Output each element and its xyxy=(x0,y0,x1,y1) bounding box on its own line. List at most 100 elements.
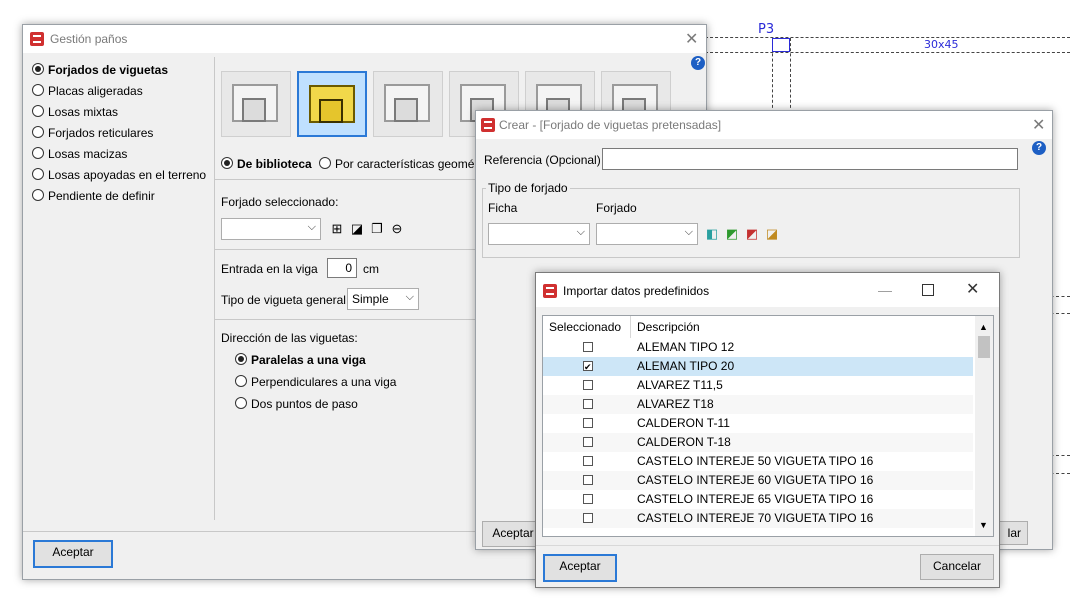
row-checkbox[interactable] xyxy=(583,418,593,428)
radio-direction-parallel[interactable]: Paralelas a una viga xyxy=(235,353,366,367)
app-icon xyxy=(543,284,557,298)
maximize-icon[interactable] xyxy=(922,284,934,296)
close-icon[interactable]: ✕ xyxy=(685,29,698,48)
divider xyxy=(215,249,475,250)
cancel-button[interactable]: Cancelar xyxy=(920,554,994,580)
radio-direction-perpendicular[interactable]: Perpendiculares a una viga xyxy=(235,375,396,389)
app-icon xyxy=(481,118,495,132)
floor-thumb-1[interactable] xyxy=(221,71,291,137)
table-row[interactable]: ALEMAN TIPO 20 xyxy=(543,357,973,377)
chevron-down-icon: ⌵ xyxy=(405,291,414,303)
radio-dot xyxy=(235,375,247,387)
close-icon[interactable]: ✕ xyxy=(1032,115,1045,134)
radio-source-geometric[interactable]: Por características geométricas xyxy=(319,157,474,171)
ficha-select[interactable]: ⌵ xyxy=(488,223,590,245)
table-row[interactable]: CASTELO INTEREJE 65 VIGUETA TIPO 16 xyxy=(543,490,973,509)
chevron-down-icon[interactable]: ▼ xyxy=(979,520,988,530)
radio-dot xyxy=(32,84,44,96)
help-icon[interactable]: ? xyxy=(691,56,705,70)
chevron-up-icon[interactable]: ▲ xyxy=(979,322,988,332)
row-description: ALEMAN TIPO 20 xyxy=(637,359,735,373)
divider xyxy=(215,319,475,320)
radio-label: Forjados reticulares xyxy=(48,126,154,140)
import-icon[interactable]: ⊖ xyxy=(389,221,405,237)
minimize-icon[interactable]: — xyxy=(878,282,892,298)
row-checkbox[interactable] xyxy=(583,358,593,377)
floor-thumb-2[interactable] xyxy=(297,71,367,137)
window-title: Importar datos predefinidos xyxy=(563,284,710,298)
header-selected[interactable]: Seleccionado xyxy=(543,316,631,338)
edit-icon[interactable]: ◪ xyxy=(349,221,365,237)
direction-label: Dirección de las viguetas: xyxy=(221,331,358,345)
table-row[interactable]: CALDERON T-18 xyxy=(543,433,973,452)
reference-label: Referencia (Opcional) xyxy=(484,153,601,167)
properties-icon[interactable]: ◪ xyxy=(764,226,780,242)
cad-line xyxy=(705,52,1070,53)
radio-floor-type-4[interactable]: Losas macizas xyxy=(32,147,127,161)
divider xyxy=(536,545,999,546)
row-description: CASTELO INTEREJE 50 VIGUETA TIPO 16 xyxy=(637,454,874,468)
row-description: ALVAREZ T11,5 xyxy=(637,378,723,392)
floor-thumb-3[interactable] xyxy=(373,71,443,137)
title-bar: Importar datos predefinidos — ✕ xyxy=(536,273,999,307)
close-icon[interactable]: ✕ xyxy=(966,279,979,298)
table-row[interactable]: CALDERON T-11 xyxy=(543,414,973,433)
radio-label: De biblioteca xyxy=(237,157,312,171)
scrollbar[interactable]: ▲ ▼ xyxy=(975,316,993,536)
row-description: ALVAREZ T18 xyxy=(637,397,714,411)
title-bar: Crear - [Forjado de viguetas pretensadas… xyxy=(476,111,1052,139)
row-checkbox[interactable] xyxy=(583,475,593,485)
table-row[interactable]: ALVAREZ T18 xyxy=(543,395,973,414)
radio-floor-type-1[interactable]: Placas aligeradas xyxy=(32,84,143,98)
header-description[interactable]: Descripción xyxy=(631,316,971,338)
row-description: CALDERON T-18 xyxy=(637,435,731,449)
add-icon[interactable]: ◩ xyxy=(724,226,740,242)
radio-floor-type-0[interactable]: Forjados de viguetas xyxy=(32,63,168,77)
row-checkbox[interactable] xyxy=(583,494,593,504)
table-row[interactable]: ALVAREZ T11,5 xyxy=(543,376,973,395)
chevron-down-icon: ⌵ xyxy=(684,226,693,238)
beam-entry-input[interactable]: 0 xyxy=(327,258,357,278)
radio-label: Losas mixtas xyxy=(48,105,119,119)
table-row[interactable]: CASTELO INTEREJE 50 VIGUETA TIPO 16 xyxy=(543,452,973,471)
forjado-label: Forjado xyxy=(596,201,637,215)
radio-dot xyxy=(319,157,331,169)
radio-label: Por características geométricas xyxy=(335,157,474,171)
row-checkbox[interactable] xyxy=(583,380,593,390)
copy-icon[interactable]: ❐ xyxy=(369,221,385,237)
forjado-select[interactable]: ⌵ xyxy=(596,223,698,245)
radio-floor-type-6[interactable]: Pendiente de definir xyxy=(32,189,155,203)
import-icon[interactable]: ◧ xyxy=(704,226,720,242)
thumb-shape xyxy=(394,98,418,122)
row-description: ALEMAN TIPO 12 xyxy=(637,340,735,354)
row-checkbox[interactable] xyxy=(583,513,593,523)
radio-floor-type-5[interactable]: Losas apoyadas en el terreno xyxy=(32,168,206,182)
accept-button[interactable]: Aceptar xyxy=(543,554,617,582)
radio-floor-type-3[interactable]: Forjados reticulares xyxy=(32,126,153,140)
cad-line xyxy=(790,38,791,113)
joist-type-select[interactable]: Simple ⌵ xyxy=(347,288,419,310)
scroll-thumb[interactable] xyxy=(978,336,990,358)
help-icon[interactable]: ? xyxy=(1032,141,1046,155)
row-checkbox[interactable] xyxy=(583,342,593,352)
table-row[interactable]: CASTELO INTEREJE 70 VIGUETA TIPO 16 xyxy=(543,509,973,528)
table-row[interactable]: ALEMAN TIPO 12 xyxy=(543,338,973,357)
radio-dot xyxy=(32,105,44,117)
radio-label: Pendiente de definir xyxy=(48,189,155,203)
column-label: P3 xyxy=(758,22,775,37)
row-checkbox[interactable] xyxy=(583,456,593,466)
group-label: Tipo de forjado xyxy=(486,181,570,195)
delete-icon[interactable]: ◩ xyxy=(744,226,760,242)
row-checkbox[interactable] xyxy=(583,437,593,447)
new-icon[interactable]: ⊞ xyxy=(329,221,345,237)
reference-input[interactable] xyxy=(602,148,1018,170)
radio-floor-type-2[interactable]: Losas mixtas xyxy=(32,105,118,119)
table-row[interactable]: CASTELO INTEREJE 60 VIGUETA TIPO 16 xyxy=(543,471,973,490)
radio-direction-two-points[interactable]: Dos puntos de paso xyxy=(235,397,358,411)
row-description: CASTELO INTEREJE 70 VIGUETA TIPO 16 xyxy=(637,511,874,525)
cad-column xyxy=(772,38,790,52)
row-checkbox[interactable] xyxy=(583,399,593,409)
radio-source-library[interactable]: De biblioteca xyxy=(221,157,312,171)
accept-button[interactable]: Aceptar xyxy=(33,540,113,568)
slab-select[interactable]: ⌵ xyxy=(221,218,321,240)
